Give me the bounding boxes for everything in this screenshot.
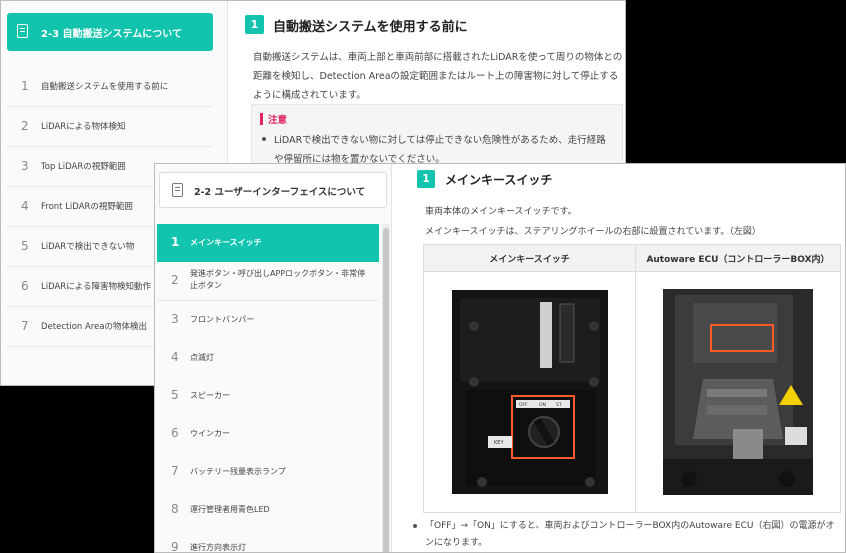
main-key-switch-photo-cell: OFF ON ST KEY — [423, 271, 636, 513]
front-sidebar-item[interactable]: 9 進行方向表示灯 — [157, 529, 379, 553]
item-number: 9 — [171, 540, 179, 553]
description-line: 車両本体のメインキースイッチです。 — [425, 207, 577, 217]
back-sidebar-header-label: 2-3 自動搬送システムについて — [41, 29, 182, 40]
section-title: メインキースイッチ — [445, 173, 553, 187]
table-header: Autoware ECU（コントローラーBOX内） — [635, 244, 841, 272]
switch-label-off: OFF — [519, 402, 528, 408]
section-title: 自動搬送システムを使用する前に — [273, 20, 468, 35]
sidebar-scrollbar[interactable] — [382, 224, 390, 552]
front-sidebar-item[interactable]: 8 運行管理者用青色LED — [157, 491, 379, 530]
section-number-badge: 1 — [245, 15, 264, 34]
item-label: Front LiDARの視野範囲 — [41, 202, 133, 212]
item-label: フロントバンパー — [190, 315, 255, 324]
front-sidebar-item[interactable]: 3 フロントバンパー — [157, 301, 379, 340]
autoware-ecu-photo — [663, 289, 813, 495]
key-tag-label: KEY — [494, 440, 504, 446]
item-number: 5 — [171, 388, 179, 402]
front-sidebar-item-active[interactable]: 1 メインキースイッチ — [157, 224, 379, 263]
item-label: ウインカー — [190, 429, 230, 438]
item-number: 6 — [171, 426, 179, 440]
item-label: バッテリー残量表示ランプ — [190, 467, 286, 476]
main-key-switch-photo: OFF ON ST KEY — [451, 290, 608, 494]
caution-marker — [260, 113, 263, 125]
front-sidebar-item[interactable]: 7 バッテリー残量表示ランプ — [157, 453, 379, 492]
item-number: 2 — [171, 273, 179, 287]
description-line: メインキースイッチは、ステアリングホイールの右部に設置されています。（左図） — [425, 227, 761, 237]
item-label: メインキースイッチ — [190, 238, 262, 247]
scrollbar-thumb[interactable] — [383, 228, 389, 552]
item-number: 3 — [21, 159, 29, 173]
document-icon — [172, 183, 183, 197]
item-label: Top LiDARの視野範囲 — [41, 162, 126, 172]
table-header: メインキースイッチ — [423, 244, 636, 272]
item-number: 2 — [21, 119, 29, 133]
item-label: 発進ボタン・呼び出しAPPロックボタン・非常停止ボタン — [190, 269, 366, 290]
front-sidebar-item[interactable]: 2 発進ボタン・呼び出しAPPロックボタン・非常停止ボタン — [157, 262, 379, 301]
item-number: 7 — [21, 319, 29, 333]
back-sidebar-item[interactable]: 1 自動搬送システムを使用する前に — [7, 67, 213, 107]
front-sidebar: 2-2 ユーザーインターフェイスについて 1 メインキースイッチ 2 発進ボタン・呼… — [155, 164, 392, 553]
section-paragraph: 自動搬送システムは、車両上部と車両前部に搭載されたLiDARを使って周りの物体と… — [253, 52, 623, 101]
front-sidebar-item[interactable]: 4 点滅灯 — [157, 339, 379, 378]
back-sidebar-item[interactable]: 2 LiDARによる物体検知 — [7, 107, 213, 147]
item-number: 8 — [171, 502, 179, 516]
document-icon — [17, 24, 28, 38]
item-number: 4 — [21, 199, 29, 213]
caution-title: 注意 — [268, 115, 288, 126]
item-label: スピーカー — [190, 391, 230, 400]
bullet-item: 「OFF」→「ON」にすると、車両およびコントローラーBOX内のAutoware… — [413, 518, 835, 552]
front-sidebar-header[interactable]: 2-2 ユーザーインターフェイスについて — [159, 172, 387, 208]
front-content: 1 メインキースイッチ 車両本体のメインキースイッチです。 メインキースイッチは… — [391, 164, 845, 552]
front-sidebar-item[interactable]: 6 ウインカー — [157, 415, 379, 454]
front-sidebar-item[interactable]: 5 スピーカー — [157, 377, 379, 416]
item-label: LiDARで検出できない物 — [41, 242, 135, 252]
section-number-badge: 1 — [417, 170, 435, 188]
front-window: 2-2 ユーザーインターフェイスについて 1 メインキースイッチ 2 発進ボタン・呼… — [154, 163, 846, 553]
autoware-ecu-photo-cell — [635, 271, 841, 513]
item-number: 1 — [21, 79, 29, 93]
front-sidebar-header-label: 2-2 ユーザーインターフェイスについて — [194, 187, 366, 198]
photo-table: メインキースイッチ Autoware ECU（コントローラーBOX内） OFF … — [423, 244, 841, 513]
bullet-text: 「OFF」→「ON」にすると、車両およびコントローラーBOX内のAutoware… — [425, 521, 835, 548]
item-label: LiDARによる障害物検知動作 — [41, 282, 151, 292]
item-number: 6 — [21, 279, 29, 293]
item-label: 自動搬送システムを使用する前に — [41, 82, 169, 92]
switch-label-start: ST — [556, 402, 562, 408]
bullet-dot — [413, 524, 417, 528]
item-number: 4 — [171, 350, 179, 364]
item-number: 1 — [171, 235, 180, 249]
item-number: 7 — [171, 464, 179, 478]
item-label: 運行管理者用青色LED — [190, 505, 270, 514]
item-number: 5 — [21, 239, 29, 253]
bullet-dot — [262, 137, 266, 141]
item-label: 点滅灯 — [190, 353, 214, 362]
section-description: 車両本体のメインキースイッチです。 メインキースイッチは、ステアリングホイールの… — [425, 202, 761, 242]
item-label: LiDARによる物体検知 — [41, 122, 126, 132]
switch-label-on: ON — [539, 402, 546, 408]
item-label: 進行方向表示灯 — [190, 543, 246, 552]
item-number: 3 — [171, 312, 179, 326]
item-label: Detection Areaの物体検出 — [41, 322, 148, 332]
back-sidebar-header[interactable]: 2-3 自動搬送システムについて — [7, 13, 213, 51]
